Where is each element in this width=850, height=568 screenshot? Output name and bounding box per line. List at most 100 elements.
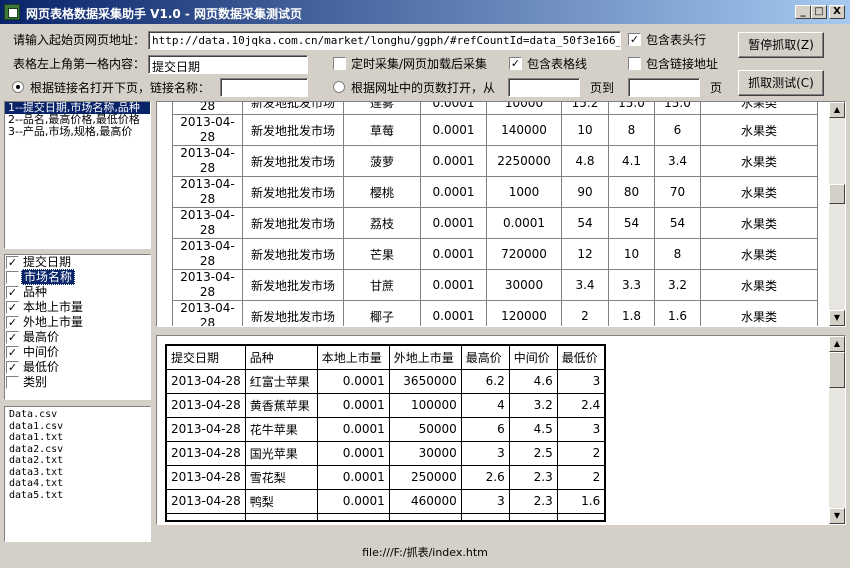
field-item[interactable]: ✓ 品种 [5,285,150,300]
table-cell: 0.0001 [316,464,390,490]
field-checkbox[interactable]: ✓ [6,286,19,299]
field-checkbox[interactable]: ✓ [6,331,19,344]
table-cell [165,512,246,522]
result-table: 提交日期 品种 本地上市量 外地上市量 最高价 中间价 最低价 2013-04-28 红富士苹… [165,344,607,522]
open-by-link-radio[interactable] [12,81,24,93]
page-to-label: 页到 [590,81,615,95]
field-item[interactable]: 类别 [5,375,150,390]
table-cell: 草莓 [343,114,421,146]
field-item[interactable]: ✓ 最低价 [5,360,150,375]
field-item[interactable]: ✓ 本地上市量 [5,300,150,315]
start-url-input[interactable]: http://data.10jqka.com.cn/market/longhu/… [148,31,621,50]
file-item[interactable]: data5.txt [5,490,150,502]
field-checkbox[interactable]: ✓ [6,346,19,359]
close-button[interactable]: X [829,5,845,19]
table-cell: 2013-04-28 [165,488,246,514]
table-cell: 1.8 [608,300,655,326]
web-preview-pane[interactable]: 28 新发地批发市场 莲雾 0.0001 10000 15.2 15.0 15.0 水果类 201… [156,101,846,327]
table-cell: 4.1 [608,145,655,177]
table-cell: 250000 [388,464,462,490]
table-cell: 28 [172,102,243,115]
page-to-input[interactable] [628,78,700,97]
table-row: 2013-04- 28 新发地批发市场 芒果 0.0001 720000 12 10 8 水果类 [172,238,818,270]
table-cell: 0.0001 [420,102,487,115]
file-item[interactable]: data1.csv [5,421,150,433]
table-cell: 70 [654,176,701,208]
file-item[interactable]: data4.txt [5,478,150,490]
minimize-button[interactable]: _ [795,5,811,19]
start-url-label: 请输入起始页网页地址： [13,33,146,47]
table-list[interactable]: 1--提交日期,市场名称,品种 2--品名,最高价格,最低价格 3--产品,市场,规… [4,101,151,249]
file-item[interactable]: data2.txt [5,455,150,467]
scroll-down-arrow-icon[interactable]: ▼ [829,508,845,524]
maximize-button[interactable]: □ [811,5,827,19]
table-cell: 菠萝 [343,145,421,177]
page-from-input[interactable] [508,78,580,97]
scrollbar-thumb[interactable] [829,184,845,204]
table-cell: 3.4 [654,145,701,177]
field-item[interactable]: ✓ 最高价 [5,330,150,345]
table-cell: 4 [460,392,510,418]
file-item[interactable]: data1.txt [5,432,150,444]
field-item[interactable]: ✓ 提交日期 [5,255,150,270]
table-cell: 2250000 [486,145,562,177]
open-by-page-radio[interactable] [333,81,345,93]
table-cell: 黄香蕉苹果 [244,392,318,418]
first-cell-input[interactable]: 提交日期 [148,55,308,74]
field-checkbox[interactable]: ✓ [6,301,19,314]
table-cell: 10 [561,114,609,146]
column-header: 外地上市量 [388,344,462,370]
table-cell: 80 [608,176,655,208]
table-cell: 1.6 [556,488,606,514]
table-cell: 100000 [388,392,462,418]
file-item[interactable]: Data.csv [5,409,150,421]
open-by-link-label: 根据链接名打开下页，链接名称： [30,81,211,95]
scroll-up-arrow-icon[interactable]: ▲ [829,102,845,118]
table-cell: 2013-04-28 [172,207,243,239]
field-checkbox[interactable] [6,376,19,389]
field-list[interactable]: ✓ 提交日期 市场名称 ✓ 品种 ✓ 本地上市量 ✓ 外地上市量 ✓ 最高价 ✓ 中间价 ✓ 最低价 类别 [4,254,151,400]
table-cell: 新发地批发市场 [242,238,344,270]
scroll-down-arrow-icon[interactable]: ▼ [829,310,845,326]
scroll-up-arrow-icon[interactable]: ▲ [829,336,845,352]
column-header: 最高价 [460,344,510,370]
table-list-item[interactable]: 3--产品,市场,规格,最高价 [5,126,150,138]
include-gridlines-checkbox[interactable]: ✓ [509,57,522,70]
preview-scrollbar[interactable]: ▲ ▼ [829,102,845,326]
table-cell: 2.4 [556,392,606,418]
field-name: 本地上市量 [23,300,84,314]
scrollbar-thumb[interactable] [829,352,845,388]
pause-button[interactable]: 暂停抓取(Z) [738,32,824,58]
table-row: 2013-04-28 花牛苹果 0.0001 50000 6 4.5 3 [165,416,606,442]
table-row: 2013-04- 28 新发地批发市场 菠萝 0.0001 2250000 4.8 4.1 3.… [172,145,818,177]
table-cell: 1.6 [654,300,701,326]
timed-capture-checkbox[interactable] [333,57,346,70]
field-checkbox[interactable]: ✓ [6,316,19,329]
field-checkbox[interactable] [6,271,19,284]
table-cell: 6 [460,416,510,442]
link-name-input[interactable] [220,78,308,97]
title-bar[interactable]: 网页表格数据采集助手 V1.0 - 网页数据采集测试页 _ □ X [0,0,850,24]
file-list[interactable]: Data.csv data1.csv data1.txt data2.csv data2… [4,406,151,542]
table-cell: 2 [556,440,606,466]
table-cell: 2013-04-28 [172,176,243,208]
field-item[interactable]: ✓ 中间价 [5,345,150,360]
file-item[interactable]: data3.txt [5,467,150,479]
field-item[interactable]: 市场名称 [5,269,150,285]
include-links-checkbox[interactable] [628,57,641,70]
file-item[interactable]: data2.csv [5,444,150,456]
result-scrollbar[interactable]: ▲ ▼ [829,336,845,524]
table-cell: 甘蔗 [343,269,421,301]
result-pane[interactable]: 提交日期 品种 本地上市量 外地上市量 最高价 中间价 最低价 2013-04-28 红富士苹… [156,335,846,525]
field-checkbox[interactable]: ✓ [6,361,19,374]
table-cell: 2.5 [508,440,558,466]
table-cell: 水果类 [700,207,818,239]
table-cell: 0.0001 [420,114,487,146]
table-cell: 90 [561,176,609,208]
field-item[interactable]: ✓ 外地上市量 [5,315,150,330]
table-row: 2013-04- 28 新发地批发市场 樱桃 0.0001 1000 90 80 70 水果类 [172,176,818,208]
table-cell: 水果类 [700,300,818,326]
test-button[interactable]: 抓取测试(C) [738,70,824,96]
field-checkbox[interactable]: ✓ [6,256,19,269]
include-header-checkbox[interactable]: ✓ [628,33,641,46]
